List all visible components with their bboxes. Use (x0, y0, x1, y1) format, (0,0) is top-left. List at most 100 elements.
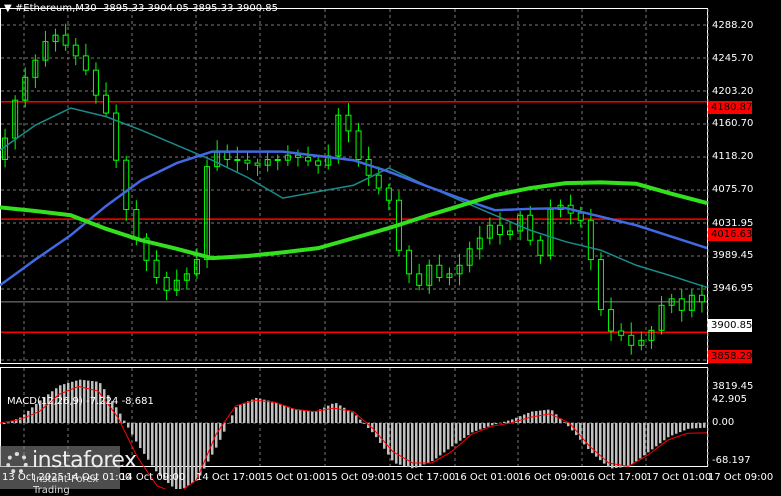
macd-histogram-bar (347, 410, 350, 423)
macd-histogram-bar (675, 423, 678, 434)
candle-body (356, 131, 361, 160)
candle-body (316, 161, 321, 165)
macd-histogram-bar (351, 412, 354, 423)
macd-histogram-bar (395, 423, 398, 464)
macd-histogram-bar (199, 423, 202, 476)
time-tick: 13 Oct 2025 (2, 472, 64, 483)
time-tick: 16 Oct 09:00 (518, 472, 583, 483)
macd-histogram-bar (127, 423, 130, 428)
macd-histogram-bar (387, 423, 390, 455)
time-tick: 17 Oct 01:00 (646, 472, 711, 483)
macd-histogram-bar (403, 423, 406, 466)
macd-histogram-bar (619, 423, 622, 467)
candle-body (386, 188, 391, 200)
macd-histogram-bar (687, 423, 690, 429)
macd-histogram-bar (307, 411, 310, 423)
macd-histogram-bar (627, 423, 630, 467)
macd-histogram-bar (335, 403, 338, 423)
macd-histogram-bar (607, 423, 610, 467)
macd-histogram-bar (679, 423, 682, 432)
macd-histogram-bar (251, 400, 254, 423)
candle-body (235, 160, 240, 161)
time-tick: 16 Oct 01:00 (454, 472, 519, 483)
candle-body (104, 95, 109, 113)
macd-histogram-bar (267, 401, 270, 423)
macd-histogram-bar (255, 398, 258, 423)
macd-histogram-bar (415, 423, 418, 468)
support-level-tag: 3858.29 (708, 350, 752, 363)
candle-body (346, 115, 351, 131)
time-tick: 15 Oct 09:00 (325, 472, 390, 483)
macd-histogram-bar (247, 401, 250, 423)
macd-histogram-bar (651, 423, 654, 449)
candle-body (83, 56, 88, 70)
candle-body (528, 215, 533, 240)
candle-body (407, 250, 412, 274)
macd-histogram-bar (635, 423, 638, 461)
macd-histogram-bar (611, 423, 614, 468)
macd-histogram-bar (459, 423, 462, 441)
candle-body (124, 160, 129, 209)
candle-body (629, 335, 634, 345)
price-tick: 4160.70 (712, 118, 753, 129)
macd-histogram-bar (135, 423, 138, 442)
macd-histogram-bar (667, 423, 670, 437)
macd-histogram-bar (695, 423, 698, 428)
macd-histogram-bar (299, 410, 302, 423)
candle-body (93, 70, 98, 95)
candle-body (164, 277, 169, 290)
candle-body (376, 175, 381, 188)
macd-histogram-bar (495, 423, 498, 424)
price-chart[interactable] (0, 0, 781, 489)
resistance-level-tag: 4180.87 (708, 101, 752, 114)
price-tick: 4075.70 (712, 184, 753, 195)
candle-body (588, 220, 593, 259)
macd-histogram-bar (655, 423, 658, 446)
candle-body (275, 160, 280, 161)
macd-histogram-bar (647, 423, 650, 452)
macd-histogram-bar (443, 423, 446, 452)
macd-histogram-bar (411, 423, 414, 468)
price-tick: 3819.45 (712, 381, 753, 392)
macd-histogram-bar (467, 423, 470, 435)
macd-histogram-bar (447, 423, 450, 449)
macd-histogram-bar (615, 423, 618, 468)
macd-histogram-bar (227, 423, 230, 424)
macd-histogram-bar (375, 423, 378, 437)
macd-histogram-bar (319, 409, 322, 423)
macd-histogram-bar (391, 423, 394, 460)
macd-histogram-bar (631, 423, 634, 464)
price-tick: 4245.70 (712, 53, 753, 64)
macd-histogram-bar (439, 423, 442, 455)
candle-body (417, 274, 422, 285)
time-tick: 14 Oct 09:00 (120, 472, 185, 483)
macd-histogram-bar (623, 423, 626, 467)
price-tick: 3989.45 (712, 250, 753, 261)
price-tick: 4288.20 (712, 20, 753, 31)
macd-histogram-bar (327, 406, 330, 423)
pivot-level-tag: 4016.63 (708, 228, 752, 241)
macd-histogram-bar (279, 404, 282, 423)
macd-histogram-bar (379, 423, 382, 443)
macd-histogram-bar (555, 414, 558, 423)
candle-body (619, 331, 624, 335)
macd-label: MACD(12,26,9) -7.224 -8.681 (7, 396, 154, 407)
price-tick: 4118.20 (712, 151, 753, 162)
candle-body (134, 210, 139, 239)
macd-histogram-bar (551, 410, 554, 423)
candle-body (245, 160, 250, 163)
macd-histogram-bar (479, 423, 482, 429)
macd-histogram-bar (211, 423, 214, 455)
time-tick: 17 Oct 09:00 (708, 472, 773, 483)
macd-histogram-bar (639, 423, 642, 458)
candle-body (598, 260, 603, 310)
macd-histogram-bar (259, 399, 262, 423)
macd-histogram-bar (359, 420, 362, 423)
macd-histogram-bar (399, 423, 402, 465)
macd-histogram-bar (231, 415, 234, 423)
macd-histogram-bar (191, 423, 194, 483)
macd-histogram-bar (151, 423, 154, 466)
macd-histogram-bar (283, 405, 286, 423)
macd-histogram-bar (663, 423, 666, 440)
macd-histogram-bar (159, 423, 162, 476)
